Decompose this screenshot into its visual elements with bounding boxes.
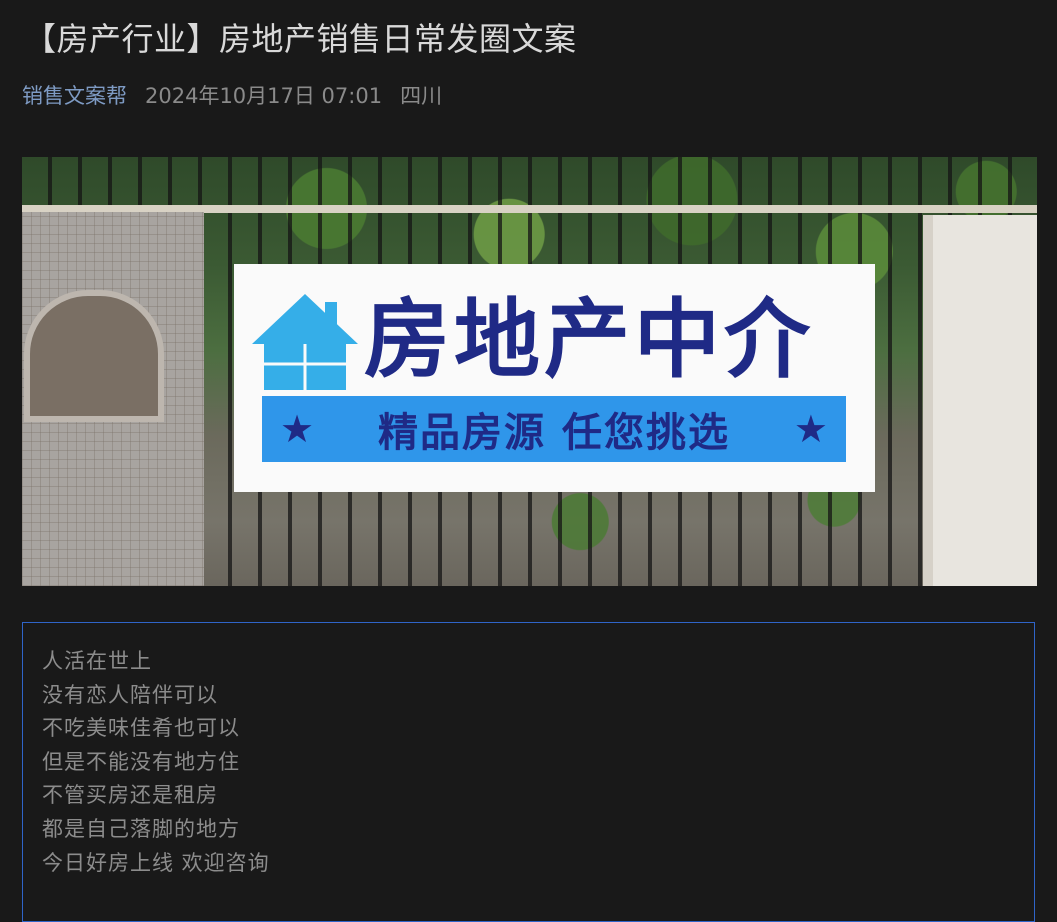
content-line: 都是自己落脚的地方 xyxy=(42,816,240,841)
tiled-pillar xyxy=(22,212,204,586)
banner-slogan: 精品房源 任您挑选 xyxy=(378,410,730,456)
star-icon: ★ xyxy=(280,407,315,451)
content-line: 不吃美味佳肴也可以 xyxy=(42,716,240,741)
star-icon: ★ xyxy=(793,407,828,451)
pillar-edge xyxy=(923,215,933,586)
copywriting-box: 人活在世上 没有恋人陪伴可以 不吃美味佳肴也可以 但是不能没有地方住 不管买房还… xyxy=(22,622,1035,922)
hero-image[interactable]: 房地产中介 ★ 精品房源 任您挑选 ★ xyxy=(22,157,1037,586)
author-link[interactable]: 销售文案帮 xyxy=(22,80,127,110)
publish-date: 2024年10月17日 07:01 xyxy=(145,84,383,108)
realty-banner: 房地产中介 ★ 精品房源 任您挑选 ★ xyxy=(234,264,875,492)
article-title: 【房产行业】房地产销售日常发圈文案 xyxy=(24,20,577,58)
banner-headline: 房地产中介 xyxy=(364,290,814,390)
content-line: 不管买房还是租房 xyxy=(42,783,218,808)
article-meta: 销售文案帮 2024年10月17日 07:01 四川 xyxy=(22,80,442,110)
banner-slogan-strip: ★ 精品房源 任您挑选 ★ xyxy=(262,396,846,462)
content-line: 但是不能没有地方住 xyxy=(42,749,240,774)
white-pillar xyxy=(923,215,1037,586)
publish-location: 四川 xyxy=(400,84,443,108)
house-icon xyxy=(252,294,358,390)
content-line: 没有恋人陪伴可以 xyxy=(42,682,218,707)
content-line: 人活在世上 xyxy=(42,649,152,673)
pillar-arch xyxy=(24,290,164,422)
content-line: 今日好房上线 欢迎咨询 xyxy=(42,850,270,875)
